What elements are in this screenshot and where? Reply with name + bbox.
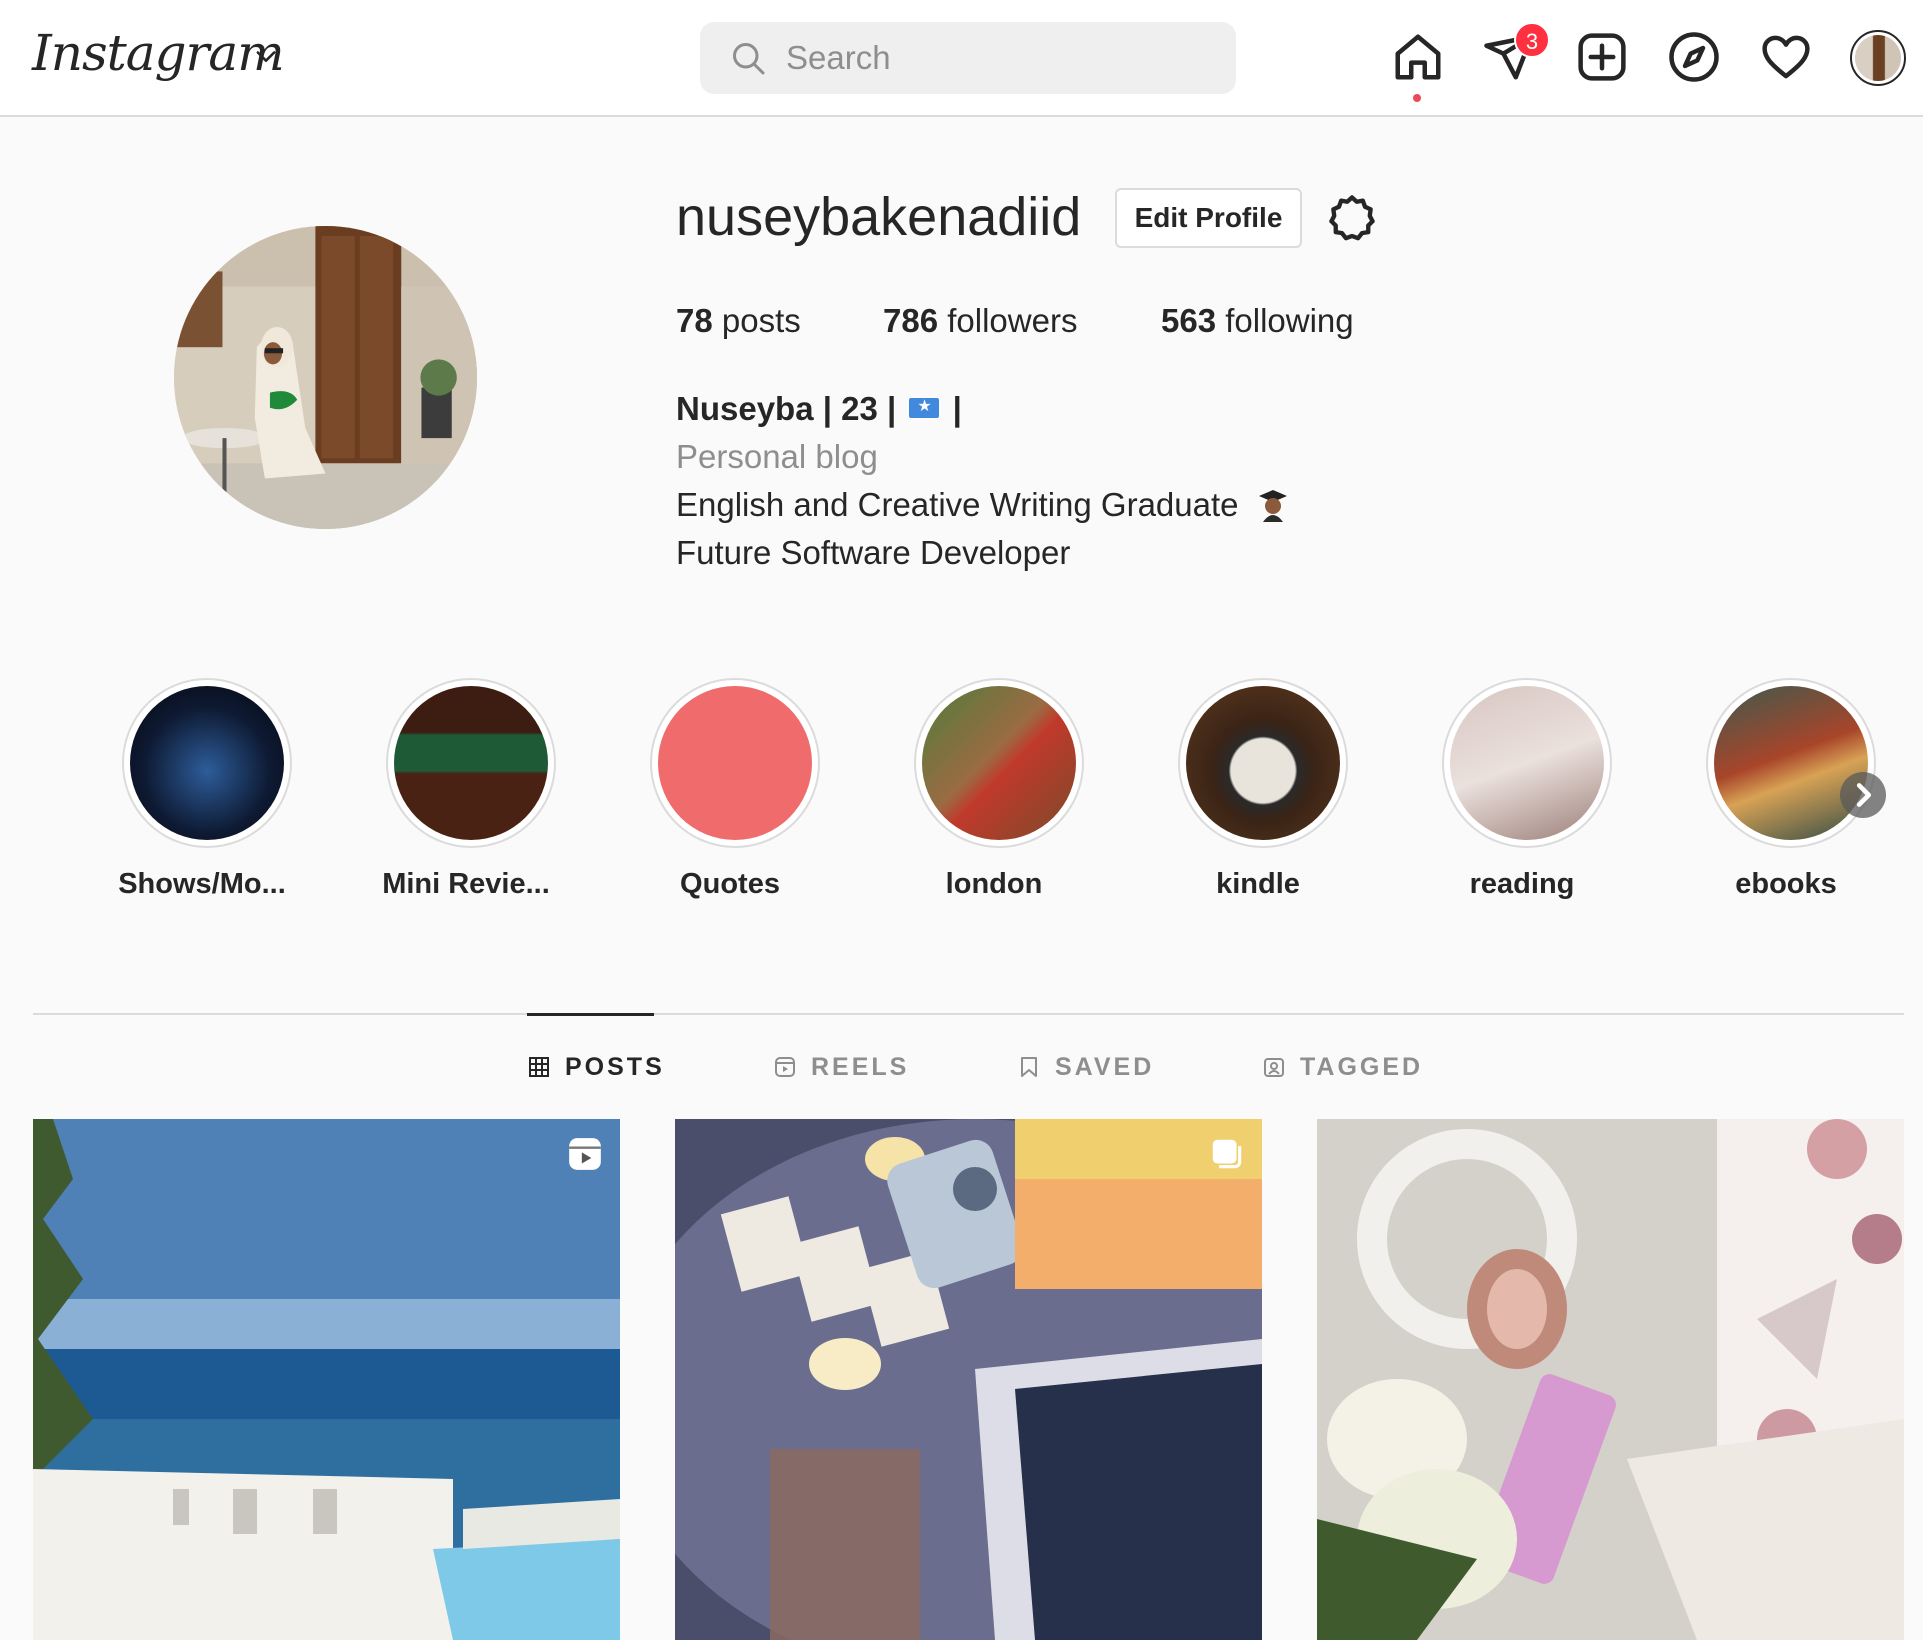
home-unread-dot [1413,94,1421,102]
bookmark-icon [1021,1057,1037,1077]
highlight-quotes[interactable] [650,678,820,848]
tabs-divider [33,1013,1904,1015]
profile-username: nuseybakenadiid [676,187,1082,247]
highlight-label: Quotes [680,868,780,900]
activity-heart-icon[interactable] [1759,30,1813,84]
reels-icon [775,1057,795,1077]
highlight-cover [130,686,284,840]
tab-saved[interactable]: SAVED [1017,1052,1154,1082]
tagged-person-icon [1264,1058,1284,1077]
reel-icon [569,1138,601,1170]
post-image [33,1119,620,1640]
followers-count[interactable]: 786 followers [883,302,1077,340]
post-thumbnail[interactable] [1317,1119,1904,1640]
somalia-flag-icon [909,396,940,418]
highlight-cover [394,686,548,840]
bio-name: Nuseyba | 23 | | [676,390,962,428]
settings-gear-icon[interactable] [1326,192,1378,244]
chevron-right-icon [1856,783,1872,807]
highlights-next-button[interactable] [1840,772,1886,818]
profile-avatar[interactable] [1850,30,1906,86]
bio-line-1: English and Creative Writing Graduate [676,486,1288,524]
search-box[interactable] [700,22,1236,94]
home-icon[interactable] [1391,30,1445,84]
instagram-logo[interactable]: Instagram [32,24,285,82]
active-tab-indicator [527,1013,654,1016]
profile-photo[interactable] [174,226,477,529]
highlight-label: london [945,868,1043,900]
highlight-mini-reviews[interactable] [386,678,556,848]
bio-category: Personal blog [676,438,878,475]
edit-profile-button[interactable]: Edit Profile [1115,188,1302,248]
highlight-ebooks[interactable] [1706,678,1876,848]
highlight-reading[interactable] [1442,678,1612,848]
carousel-icon [1212,1139,1242,1169]
post-image [1317,1119,1904,1640]
posts-count[interactable]: 78 posts [676,302,801,340]
top-navigation-bar: Instagram 3 [0,0,1923,117]
highlight-cover [922,686,1076,840]
highlight-shows-movies[interactable] [122,678,292,848]
explore-icon[interactable] [1667,30,1721,84]
post-thumbnail[interactable] [33,1119,620,1640]
highlight-label: kindle [1216,868,1300,900]
search-input[interactable] [786,22,1206,94]
highlight-london[interactable] [914,678,1084,848]
highlight-label: Shows/Mo... [118,868,286,900]
tab-reels[interactable]: REELS [773,1052,909,1082]
highlight-label: reading [1469,868,1575,900]
highlight-cover [1186,686,1340,840]
tab-tagged[interactable]: TAGGED [1262,1052,1423,1082]
search-icon [733,43,765,75]
post-image [675,1119,1262,1640]
highlight-cover [658,686,812,840]
highlight-label: Mini Revie... [382,868,550,900]
new-post-icon[interactable] [1575,30,1629,84]
tab-posts[interactable]: POSTS [527,1052,665,1082]
chevron-down-icon[interactable] [252,42,280,70]
profile-avatar-image [1855,35,1901,81]
highlight-kindle[interactable] [1178,678,1348,848]
following-count[interactable]: 563 following [1161,302,1354,340]
post-thumbnail[interactable] [675,1119,1262,1640]
bio-line-2: Future Software Developer [676,534,1071,571]
messages-count-badge: 3 [1514,22,1550,58]
highlight-label: ebooks [1735,868,1837,900]
grid-icon [529,1057,549,1077]
highlight-cover [1450,686,1604,840]
graduate-emoji-icon [1258,490,1287,522]
